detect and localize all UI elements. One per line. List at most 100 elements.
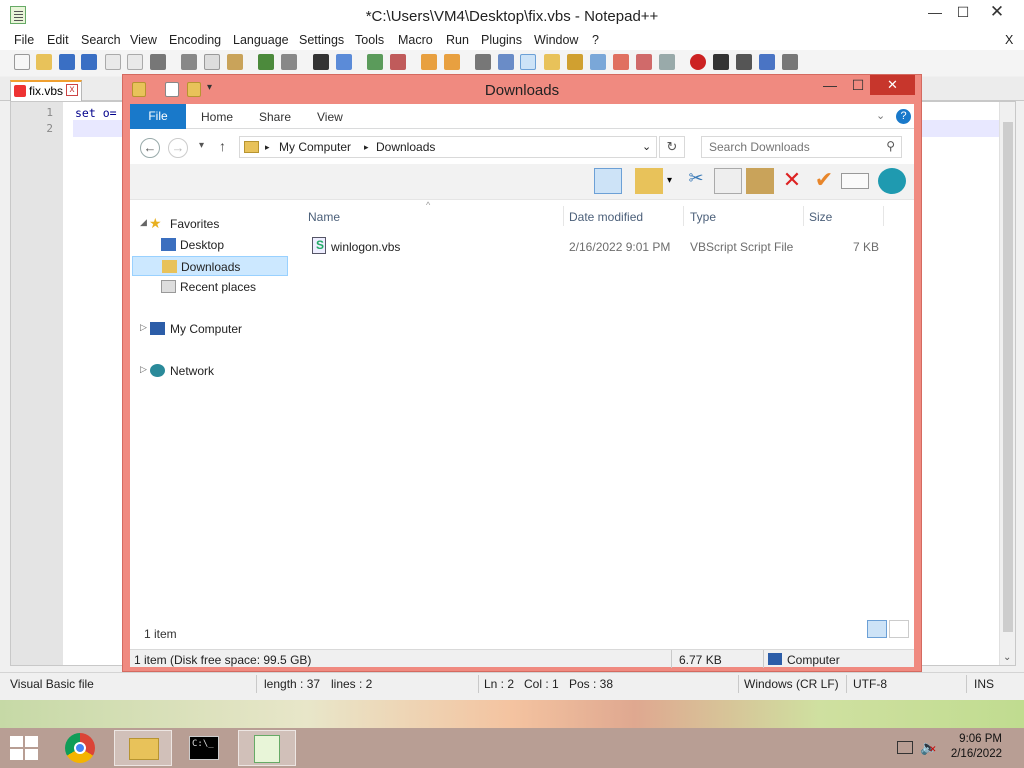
column-divider[interactable] — [683, 206, 684, 226]
dropdown-icon[interactable]: ▾ — [667, 175, 672, 186]
menu-tools[interactable]: Tools — [355, 33, 384, 47]
save-macro-icon[interactable] — [782, 54, 798, 70]
column-date-modified[interactable]: Date modified — [569, 210, 643, 224]
monitoring-icon[interactable] — [659, 54, 675, 70]
menu-language[interactable]: Language — [233, 33, 289, 47]
scrollbar-thumb[interactable] — [1003, 122, 1013, 632]
close-button[interactable]: ✕ — [982, 0, 1012, 26]
shell-icon[interactable] — [878, 168, 906, 194]
run-macro-multiple-icon[interactable] — [759, 54, 775, 70]
refresh-icon[interactable]: ↻ — [659, 136, 685, 158]
details-view-icon[interactable] — [867, 620, 887, 638]
collapsed-icon[interactable]: ▷ — [140, 364, 147, 375]
expanded-icon[interactable]: ◢ — [140, 217, 147, 228]
chrome-taskbar-button[interactable] — [52, 730, 110, 766]
tab-fix-vbs[interactable]: fix.vbs x — [10, 80, 82, 101]
new-folder-cmd-icon[interactable] — [635, 168, 663, 194]
open-file-icon[interactable] — [36, 54, 52, 70]
help-icon[interactable]: ? — [896, 109, 911, 124]
check-icon[interactable]: ✔ — [810, 168, 838, 194]
code-line-1[interactable]: set o= — [75, 106, 117, 120]
search-icon[interactable]: ⚲ — [886, 139, 895, 153]
indent-guide-icon[interactable] — [520, 54, 536, 70]
menu-run[interactable]: Run — [446, 33, 469, 47]
scroll-down-icon[interactable]: ⌄ — [1003, 652, 1011, 663]
ribbon-expand-icon[interactable]: ⌄ — [876, 109, 885, 122]
paste-icon[interactable] — [746, 168, 774, 194]
menu-edit[interactable]: Edit — [47, 33, 69, 47]
copy-tool-icon[interactable] — [204, 54, 220, 70]
back-icon[interactable]: ← — [140, 138, 160, 158]
nav-my-computer[interactable]: ▷ My Computer — [130, 319, 288, 339]
sync-horizontal-icon[interactable] — [444, 54, 460, 70]
minimize-button[interactable]: — — [920, 0, 950, 26]
cmd-taskbar-button[interactable]: C:\_ — [176, 730, 234, 766]
menu-search[interactable]: Search — [81, 33, 121, 47]
column-divider[interactable] — [803, 206, 804, 226]
show-all-chars-icon[interactable] — [498, 54, 514, 70]
notepadpp-taskbar-button[interactable] — [238, 730, 296, 766]
rename-icon[interactable] — [841, 173, 869, 189]
undo-icon[interactable] — [258, 54, 274, 70]
word-wrap-icon[interactable] — [475, 54, 491, 70]
tab-home[interactable]: Home — [201, 110, 233, 124]
paste-tool-icon[interactable] — [227, 54, 243, 70]
explorer-taskbar-button[interactable] — [114, 730, 172, 766]
start-icon[interactable] — [10, 736, 38, 760]
column-divider[interactable] — [883, 206, 884, 226]
preview-pane-icon[interactable] — [594, 168, 622, 194]
tab-close-icon[interactable]: x — [66, 84, 78, 96]
search-input[interactable] — [702, 137, 882, 157]
breadcrumb-my-computer[interactable]: My Computer — [279, 140, 351, 154]
menu-macro[interactable]: Macro — [398, 33, 433, 47]
doc-map-icon[interactable] — [544, 54, 560, 70]
copy-icon[interactable] — [714, 168, 742, 194]
clock[interactable]: 9:06 PM 2/16/2022 — [951, 732, 1002, 762]
function-list-icon[interactable] — [613, 54, 629, 70]
file-list[interactable]: ^ Name Date modified Type Size winlogon.… — [298, 200, 914, 640]
user-lang-icon[interactable] — [567, 54, 583, 70]
network-tray-icon[interactable] — [897, 741, 913, 754]
save-icon[interactable] — [59, 54, 75, 70]
nav-recent-places[interactable]: Recent places — [130, 277, 288, 297]
menu-plugins[interactable]: Plugins — [481, 33, 522, 47]
chevron-right-icon[interactable]: ▸ — [364, 142, 369, 153]
stop-macro-icon[interactable] — [713, 54, 729, 70]
close-all-icon[interactable] — [127, 54, 143, 70]
nav-desktop[interactable]: Desktop — [130, 235, 288, 255]
chevron-down-icon[interactable]: ⌄ — [642, 140, 651, 153]
zoom-in-icon[interactable] — [367, 54, 383, 70]
editor-scrollbar[interactable]: ⌄ — [999, 102, 1015, 665]
collapsed-icon[interactable]: ▷ — [140, 322, 147, 333]
large-icons-view-icon[interactable] — [889, 620, 909, 638]
search-box[interactable]: ⚲ — [701, 136, 902, 158]
close-file-icon[interactable] — [105, 54, 121, 70]
menu-settings[interactable]: Settings — [299, 33, 344, 47]
new-file-icon[interactable] — [14, 54, 30, 70]
menu-file[interactable]: File — [14, 33, 34, 47]
column-divider[interactable] — [563, 206, 564, 226]
cut-tool-icon[interactable] — [181, 54, 197, 70]
menu-view[interactable]: View — [130, 33, 157, 47]
menu-help[interactable]: ? — [592, 33, 599, 47]
tab-file[interactable]: File — [130, 104, 186, 129]
column-name[interactable]: Name — [308, 210, 340, 224]
address-bar[interactable]: ▸ My Computer ▸ Downloads ⌄ — [239, 136, 657, 158]
column-size[interactable]: Size — [809, 210, 832, 224]
play-macro-icon[interactable] — [736, 54, 752, 70]
explorer-maximize-button[interactable]: ☐ — [843, 73, 873, 99]
menu-close-doc[interactable]: X — [1005, 33, 1013, 47]
recent-locations-icon[interactable]: ▾ — [199, 140, 204, 151]
nav-downloads[interactable]: Downloads — [132, 256, 288, 276]
explorer-titlebar[interactable]: ▾ Downloads — ☐ ✕ — [123, 75, 921, 104]
tab-share[interactable]: Share — [259, 110, 291, 124]
delete-icon[interactable]: ✕ — [778, 168, 806, 194]
column-type[interactable]: Type — [690, 210, 716, 224]
up-icon[interactable]: ↑ — [219, 138, 226, 154]
print-icon[interactable] — [150, 54, 166, 70]
sync-vertical-icon[interactable] — [421, 54, 437, 70]
menu-encoding[interactable]: Encoding — [169, 33, 221, 47]
explorer-minimize-button[interactable]: — — [815, 73, 845, 99]
explorer-close-button[interactable]: ✕ — [870, 75, 915, 95]
nav-favorites[interactable]: ◢ ★ Favorites — [130, 214, 288, 234]
